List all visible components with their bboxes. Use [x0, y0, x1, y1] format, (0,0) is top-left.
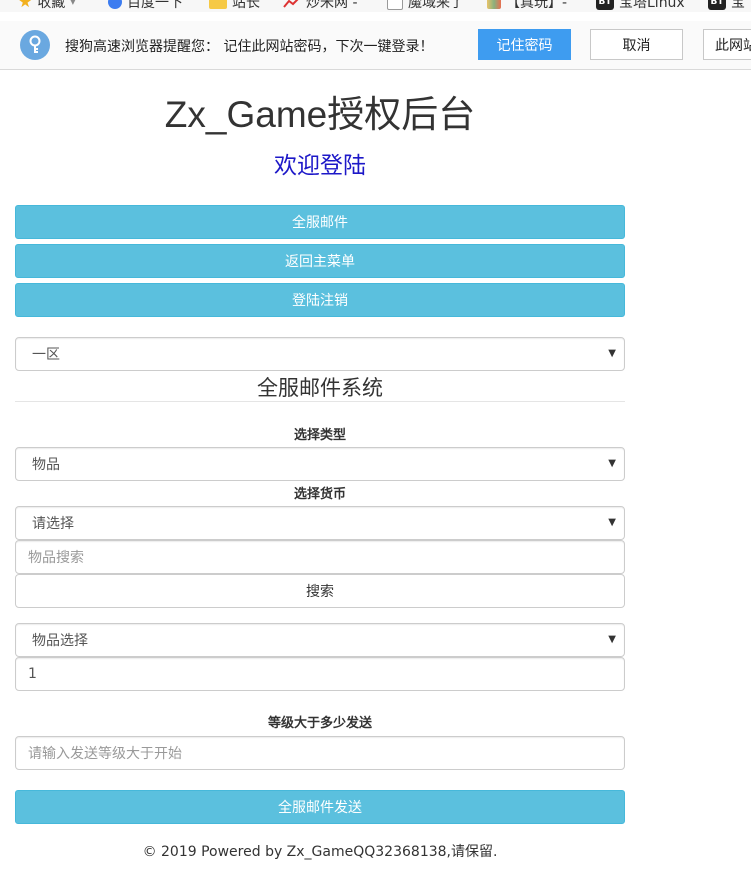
remember-password-button[interactable]: 记住密码 — [478, 29, 571, 60]
colorful-tile-icon — [487, 0, 501, 9]
level-label: 等级大于多少发送 — [267, 716, 372, 731]
type-select[interactable]: 物品 ▼ — [15, 447, 625, 481]
section-title: 全服邮件系统 — [257, 376, 383, 400]
type-select-value: 物品 — [32, 457, 60, 473]
currency-select[interactable]: 请选择 ▼ — [15, 506, 625, 540]
dropdown-arrow-icon: ▼ — [608, 348, 616, 359]
chevron-down-icon: ▾ — [70, 0, 76, 8]
footer-copyright: © 2019 Powered by Zx_GameQQ32368138,请保留. — [142, 844, 498, 860]
baidu-paw-icon — [108, 0, 122, 9]
type-label: 选择类型 — [293, 428, 346, 443]
bookmark-zhenwan[interactable]: 【真玩】- — [487, 0, 567, 12]
never-for-site-button[interactable]: 此网站 — [703, 29, 751, 60]
item-select[interactable]: 物品选择 ▼ — [15, 623, 625, 657]
all-server-mail-button[interactable]: 全服邮件 — [15, 205, 625, 239]
bookmark-baidu[interactable]: 百度一下 — [108, 0, 183, 12]
back-to-main-menu-button[interactable]: 返回主菜单 — [15, 244, 625, 278]
level-input[interactable]: 请输入发送等级大于开始 — [15, 736, 625, 770]
dropdown-arrow-icon: ▼ — [608, 517, 616, 528]
bookmark-zhanzhang[interactable]: 站长 — [209, 0, 260, 12]
bookmark-favorites[interactable]: ★ 收藏 ▾ — [18, 0, 75, 12]
bt-logo-icon: BT — [596, 0, 614, 10]
page-title: Zx_Game授权后台 — [164, 94, 476, 135]
page-icon — [387, 0, 403, 10]
trend-chart-icon — [283, 0, 299, 8]
bookmark-chaomi[interactable]: 炒米网 - — [283, 0, 358, 12]
item-search-input[interactable]: 物品搜索 — [15, 540, 625, 574]
currency-label: 选择货币 — [293, 487, 346, 502]
quantity-input[interactable]: 1 — [15, 657, 625, 691]
password-prompt-message: 搜狗高速浏览器提醒您： 记住此网站密码，下次一键登录！ — [65, 39, 434, 55]
dropdown-arrow-icon: ▼ — [608, 458, 616, 469]
welcome-heading: 欢迎登陆 — [274, 153, 366, 179]
send-all-server-mail-button[interactable]: 全服邮件发送 — [15, 790, 625, 824]
currency-select-value: 请选择 — [32, 516, 74, 532]
bookmark-baota[interactable]: BT 宝塔Linux — [596, 0, 685, 12]
server-select-value: 一区 — [32, 347, 60, 363]
cancel-button[interactable]: 取消 — [590, 29, 683, 60]
section-divider — [15, 401, 625, 402]
bookmark-baota-2[interactable]: BT 宝 — [708, 0, 745, 12]
search-button[interactable]: 搜索 — [15, 574, 625, 608]
password-save-bar: 搜狗高速浏览器提醒您： 记住此网站密码，下次一键登录！ 记住密码 取消 此网站 — [0, 21, 751, 70]
star-icon: ★ — [18, 0, 33, 11]
item-select-value: 物品选择 — [32, 633, 88, 649]
folder-icon — [209, 0, 227, 9]
bookmarks-bar: ★ 收藏 ▾ 百度一下 站长 炒米网 - 魔域来了 【真玩】- BT 宝塔Lin… — [0, 0, 751, 12]
dropdown-arrow-icon: ▼ — [608, 634, 616, 645]
key-icon — [20, 30, 50, 60]
server-select[interactable]: 一区 ▼ — [15, 337, 625, 371]
bt-logo-icon: BT — [708, 0, 726, 10]
bookmark-moyu[interactable]: 魔域来了 — [387, 0, 464, 12]
logout-button[interactable]: 登陆注销 — [15, 283, 625, 317]
